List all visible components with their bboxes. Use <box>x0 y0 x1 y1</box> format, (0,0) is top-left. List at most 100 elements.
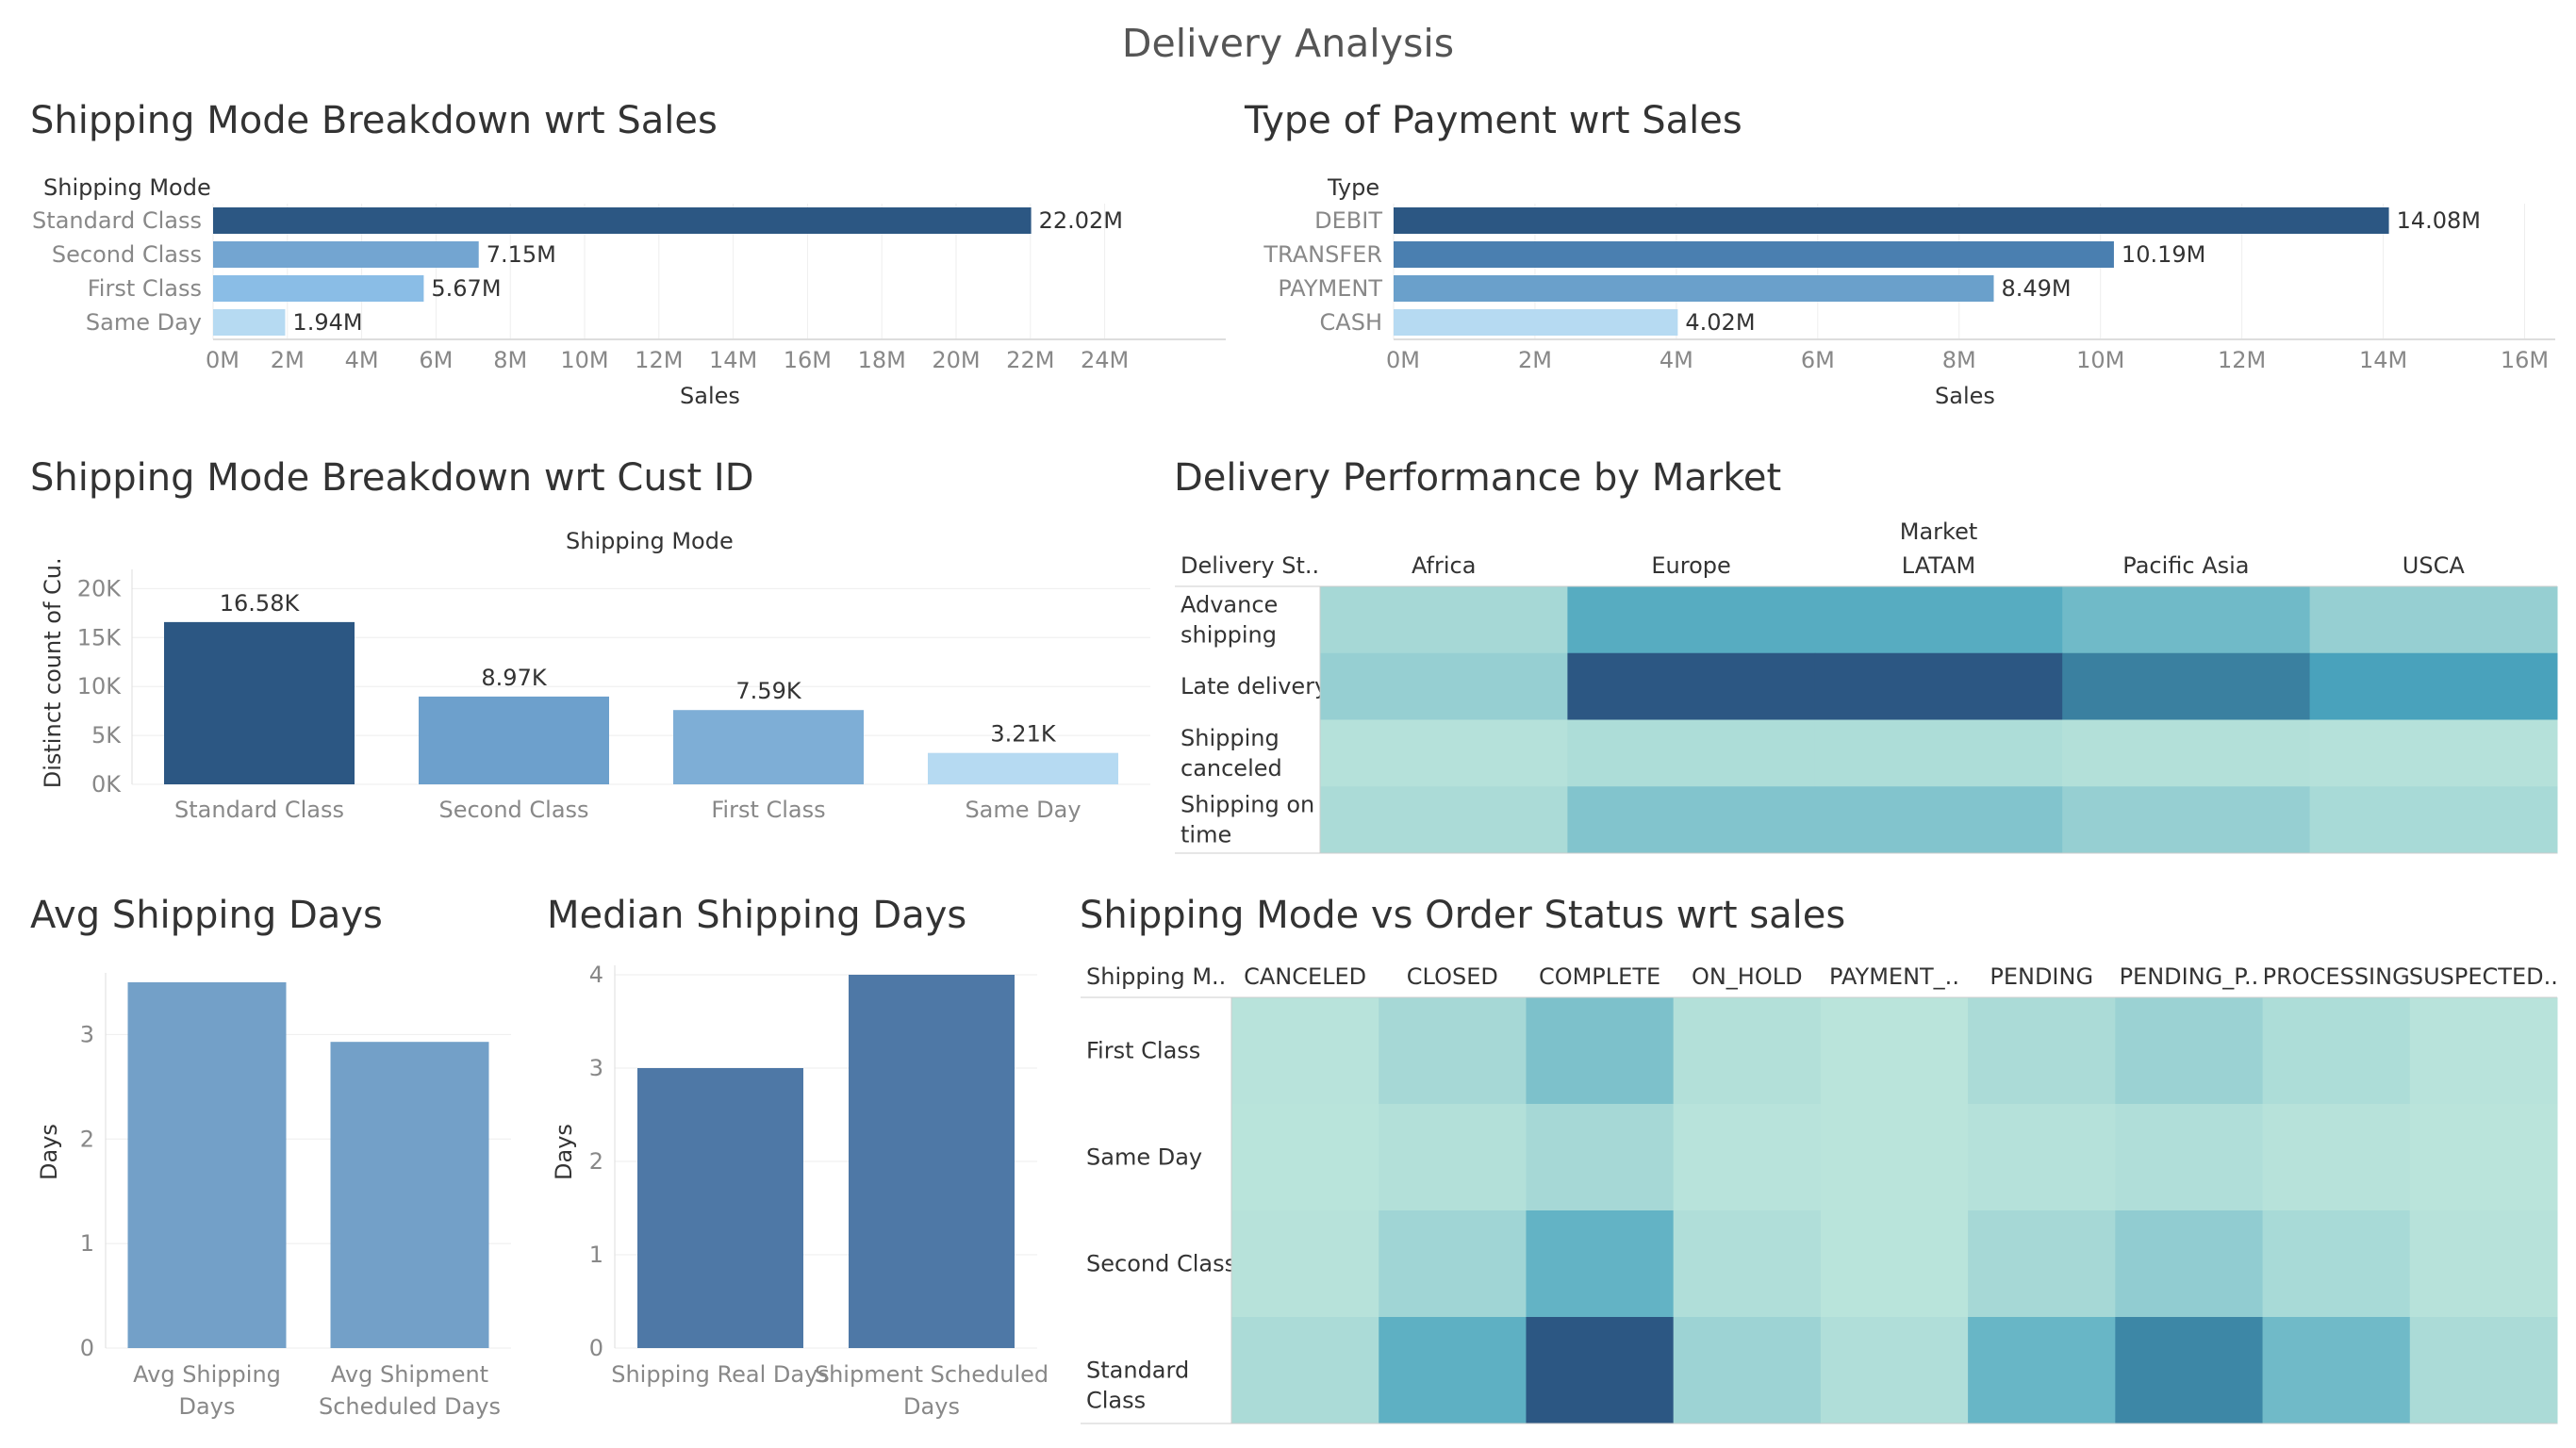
bar <box>213 241 479 268</box>
heatmap-cell <box>2115 1317 2264 1424</box>
column-header: ON_HOLD <box>1692 963 1803 990</box>
x-tick-label: 8M <box>493 347 527 373</box>
x-tick-label: 2M <box>271 347 305 373</box>
row-label: First Class <box>1086 1038 1200 1064</box>
heatmap-cell <box>1379 1317 1527 1424</box>
x-tick-label: 4M <box>345 347 379 373</box>
heatmap-cell <box>1820 1210 1969 1318</box>
x-tick-label: 14M <box>2359 347 2407 373</box>
column-header: PENDING_P.. <box>2120 963 2259 990</box>
heatmap-cell <box>2115 1104 2264 1211</box>
bar <box>330 1042 489 1348</box>
category-label: Second Class <box>438 797 588 823</box>
x-tick-label: 8M <box>1942 347 1976 373</box>
column-header: PENDING <box>1990 963 2093 990</box>
heatmap-cell <box>1673 997 1822 1105</box>
y-axis-label: Distinct count of Cu.. <box>40 556 66 788</box>
heatmap-cell <box>1526 1317 1675 1424</box>
row-label: Advance shipping <box>1181 591 1278 648</box>
heatmap-cell <box>1379 1210 1527 1318</box>
heatmap-cell <box>2062 652 2311 720</box>
x-axis-label: Sales <box>1935 383 1995 409</box>
bar-value-label: 22.02M <box>1039 207 1123 234</box>
heatmap-cell <box>2115 1210 2264 1318</box>
category-label: Second Class <box>52 241 202 268</box>
median-days-title: Median Shipping Days <box>547 894 967 937</box>
category-label: Avg Shipment Scheduled Days <box>319 1361 501 1420</box>
heatmap-cell <box>1968 1210 2116 1318</box>
x-tick-label: 14M <box>709 347 757 373</box>
heatmap-cell <box>1231 1210 1379 1318</box>
heatmap-cell <box>1567 786 1816 854</box>
status-heatmap-title: Shipping Mode vs Order Status wrt sales <box>1080 894 1846 937</box>
bar <box>637 1068 803 1348</box>
heatmap-cell <box>1231 1104 1379 1211</box>
heatmap-cell <box>2262 1210 2411 1318</box>
category-label: Standard Class <box>32 207 202 234</box>
heatmap-cell <box>1820 1104 1969 1211</box>
heatmap-cell <box>2115 997 2264 1105</box>
heatmap-cell <box>1968 1104 2116 1211</box>
column-group-label: Market <box>1900 518 1978 545</box>
heatmap-cell <box>1567 586 1816 654</box>
heatmap-cell <box>1968 997 2116 1105</box>
row-label: Shipping on time <box>1181 792 1314 848</box>
heatmap-cell <box>2262 997 2411 1105</box>
x-tick-label: 6M <box>419 347 453 373</box>
heatmap-cell <box>1231 1317 1379 1424</box>
column-header: SUSPECTED.. <box>2409 963 2558 990</box>
y-tick-label: 3 <box>589 1055 603 1081</box>
avg-days-title: Avg Shipping Days <box>30 894 383 937</box>
x-tick-label: 12M <box>635 347 683 373</box>
y-tick-label: 0 <box>589 1335 603 1361</box>
heatmap-cell <box>1820 1317 1969 1424</box>
heatmap-cell <box>2409 1104 2558 1211</box>
bar <box>1394 275 1994 302</box>
median-days-chart: 0 1 2 3 4 Days Shipping Real DaysShipment Sche… <box>551 962 1049 1420</box>
heatmap-cell <box>1814 719 2063 787</box>
x-tick-label: 16M <box>784 347 832 373</box>
category-label: First Class <box>88 275 202 302</box>
x-axis-label: Sales <box>680 383 740 409</box>
category-label: Standard Class <box>174 797 344 823</box>
heatmap-cell <box>2309 586 2558 654</box>
cust-by-mode-chart: 0K 5K 10K 15K 20K Distinct count of Cu.. 16.58… <box>40 556 1150 823</box>
bar <box>849 975 1015 1348</box>
heatmap-cell <box>1814 652 2063 720</box>
dashboard-title: Delivery Analysis <box>1121 21 1455 66</box>
y-tick-label: 10K <box>77 673 123 699</box>
y-tick-label: 0K <box>91 771 122 798</box>
y-tick-label: 5K <box>91 722 122 749</box>
bar-value-label: 1.94M <box>292 309 362 336</box>
heatmap-cell <box>1320 652 1568 720</box>
bar <box>213 207 1032 234</box>
heatmap-cell <box>1673 1210 1822 1318</box>
cust-by-mode-column-header: Shipping Mode <box>566 528 734 554</box>
column-header: CANCELED <box>1244 963 1366 990</box>
category-label: DEBIT <box>1314 207 1382 234</box>
sales-by-payment-title: Type of Payment wrt Sales <box>1245 99 1742 142</box>
bar-value-label: 14.08M <box>2397 207 2481 234</box>
bar-value-label: 8.97K <box>481 665 547 691</box>
y-axis-label: Days <box>551 1124 577 1180</box>
row-label: Late delivery <box>1181 673 1328 699</box>
y-tick-label: 0 <box>80 1335 94 1361</box>
bar <box>127 982 287 1348</box>
bar <box>1394 309 1678 336</box>
heatmap-cell <box>1567 652 1816 720</box>
heatmap-cell <box>1320 719 1568 787</box>
heatmap-cell <box>1820 997 1969 1105</box>
column-header: PAYMENT_.. <box>1829 963 1959 990</box>
x-tick-label: 10M <box>2076 347 2124 373</box>
sales-by-payment-chart: 0M 2M 4M 6M 8M 10M 12M 14M 16M Sales DEBIT 14.08M TR… <box>1263 204 2555 409</box>
bar <box>419 696 609 784</box>
heatmap-cell <box>1379 997 1527 1105</box>
x-tick-label: 0M <box>206 347 239 373</box>
status-heatmap: Shipping M.. CANCELED CLOSED COMPLETE ON_HOL… <box>1081 963 2558 1424</box>
row-header: Delivery St.. <box>1181 552 1319 579</box>
heatmap-cell <box>1379 1104 1527 1211</box>
market-heatmap: Delivery St.. Market Africa Europe LATAM Paci… <box>1175 518 2558 854</box>
heatmap-cell <box>2062 786 2311 854</box>
row-label: Second Class <box>1086 1251 1236 1277</box>
bar-value-label: 4.02M <box>1685 309 1755 336</box>
